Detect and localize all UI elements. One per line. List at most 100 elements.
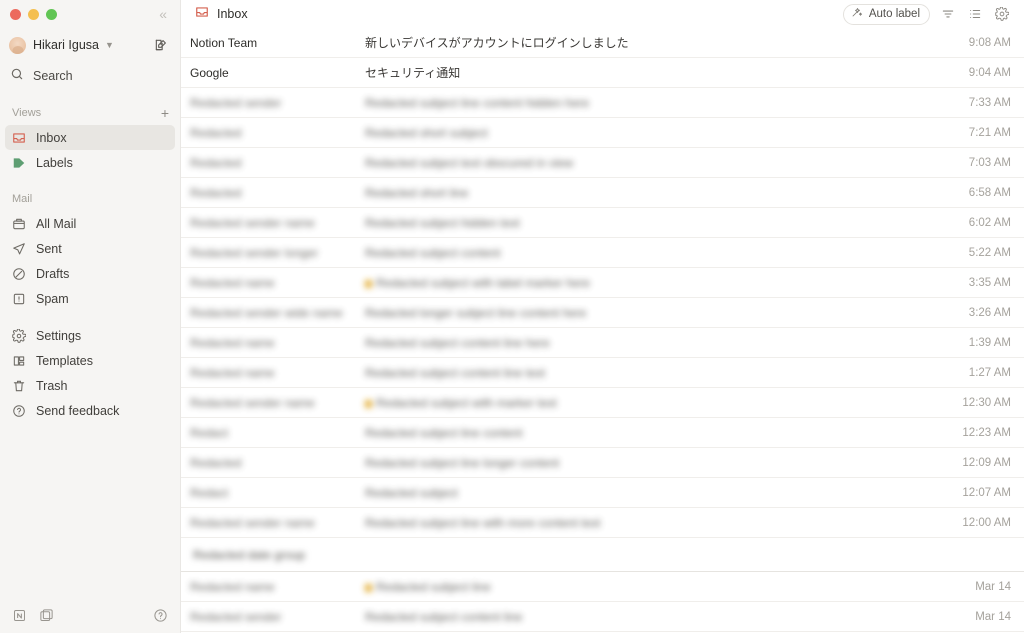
list-view-icon[interactable] [966, 5, 984, 23]
sidebar-item-spam[interactable]: Spam [5, 286, 175, 311]
account-name: Hikari Igusa [33, 38, 99, 52]
email-subject: セキュリティ通知 [365, 66, 461, 80]
email-timestamp: 6:58 AM [968, 186, 1011, 199]
sidebar-item-labels[interactable]: Labels [5, 150, 175, 175]
page-title-label: Inbox [217, 7, 248, 21]
email-sender: Redacted sender [190, 609, 282, 624]
email-row[interactable]: Redacted name Redacted subject content li… [181, 358, 1024, 388]
email-sender: Redacted sender longer [190, 245, 319, 260]
email-timestamp: 1:27 AM [968, 366, 1011, 379]
email-subject: Redacted subject line content [365, 425, 523, 440]
collapse-sidebar-icon[interactable]: « [155, 5, 170, 23]
help-circle-icon[interactable] [153, 608, 168, 623]
email-timestamp: Mar 14 [975, 610, 1011, 623]
sidebar-item-label: Drafts [36, 266, 70, 281]
email-sender: Redacted sender name [190, 515, 315, 530]
email-timestamp: 12:23 AM [962, 426, 1011, 439]
email-row[interactable]: Redact Redacted subject 12:07 AM [181, 478, 1024, 508]
views-section-title: Views [12, 107, 42, 119]
filter-icon[interactable] [939, 5, 957, 23]
email-timestamp: 12:09 AM [962, 456, 1011, 469]
sparkle-wand-icon [851, 5, 863, 23]
email-timestamp: 1:39 AM [968, 336, 1011, 349]
sidebar-footer [0, 597, 180, 633]
email-subject: Redacted subject content line [365, 609, 523, 624]
email-sender: Redacted sender name [190, 395, 315, 410]
email-row[interactable]: Redacted sender wide name Redacted longer… [181, 298, 1024, 328]
templates-icon [11, 353, 27, 369]
sidebar-item-sent[interactable]: Sent [5, 236, 175, 261]
sidebar-item-label: Inbox [36, 130, 67, 145]
email-timestamp: 3:35 AM [968, 276, 1011, 289]
compose-icon[interactable] [151, 35, 171, 55]
email-row[interactable]: Redacted name Redacted subject with label… [181, 268, 1024, 298]
email-subject: Redacted subject content [365, 245, 501, 260]
sidebar-item-trash[interactable]: Trash [5, 373, 175, 398]
zoom-window-button[interactable] [46, 8, 57, 20]
email-row[interactable]: Redacted Redacted subject text obscured i… [181, 148, 1024, 178]
chevron-down-icon: ▼ [105, 40, 114, 50]
email-subject: Redacted subject text obscured in view [365, 155, 574, 170]
email-subject: Redacted subject content line text [365, 365, 546, 380]
email-subject: Redacted subject line with more content … [365, 515, 601, 530]
page-title: Inbox [195, 5, 248, 24]
email-row[interactable]: Redacted Redacted short line 6:58 AM [181, 178, 1024, 208]
sidebar-item-drafts[interactable]: Drafts [5, 261, 175, 286]
email-timestamp: 3:26 AM [968, 306, 1011, 319]
email-row[interactable]: Redacted name Redacted subject line Mar 14 [181, 572, 1024, 602]
email-timestamp: 7:33 AM [968, 96, 1011, 109]
email-subject: Redacted subject with label marker here [365, 276, 943, 290]
email-sender: Google [190, 65, 229, 80]
email-sender: Redacted [190, 125, 242, 140]
email-row[interactable]: Redacted sender name Redacted subject hid… [181, 208, 1024, 238]
email-row[interactable]: Notion Team 新しいデバイスがアカウントにログインしました 9:08 AM [181, 28, 1024, 58]
sidebar-item-label: Labels [36, 155, 73, 170]
sidebar-item-inbox[interactable]: Inbox [5, 125, 175, 150]
account-switcher[interactable]: Hikari Igusa ▼ [0, 30, 180, 60]
email-row[interactable]: Redacted sender Redacted subject line con… [181, 88, 1024, 118]
search-input[interactable]: Search [0, 63, 180, 89]
email-timestamp: 7:21 AM [968, 126, 1011, 139]
question-circle-icon [11, 403, 27, 419]
notion-icon[interactable] [12, 608, 27, 623]
auto-label-button[interactable]: Auto label [842, 3, 930, 25]
search-label: Search [33, 69, 73, 83]
email-subject: Redacted short subject [365, 125, 488, 140]
email-row[interactable]: Redacted sender name Redacted subject wit… [181, 388, 1024, 418]
email-sender: Notion Team [190, 35, 258, 50]
sidebar-item-all-mail[interactable]: All Mail [5, 211, 175, 236]
email-timestamp: 7:03 AM [968, 156, 1011, 169]
close-window-button[interactable] [10, 8, 21, 20]
settings-gear-icon[interactable] [993, 5, 1011, 23]
sidebar-item-send-feedback[interactable]: Send feedback [5, 398, 175, 423]
avatar [9, 36, 26, 54]
email-row[interactable]: Redacted sender name Redacted subject lin… [181, 508, 1024, 538]
email-sender: Redacted sender wide name [190, 305, 343, 320]
email-sender: Redacted sender [190, 95, 282, 110]
email-row[interactable]: Redacted Redacted subject line longer con… [181, 448, 1024, 478]
email-row[interactable]: Redact Redacted subject line content 12:23… [181, 418, 1024, 448]
email-group-divider: Redacted date group [181, 538, 1024, 572]
sidebar-item-settings[interactable]: Settings [5, 323, 175, 348]
email-row[interactable]: Redacted sender longer Redacted subject c… [181, 238, 1024, 268]
label-tag-icon [365, 583, 372, 592]
email-row[interactable]: Redacted Redacted short subject 7:21 AM [181, 118, 1024, 148]
main-content: Inbox Auto label Notion Team 新しいデバイスがアカウ… [181, 0, 1024, 633]
notion-calendar-icon[interactable] [39, 608, 54, 623]
email-group-label: Redacted date group [193, 547, 306, 562]
email-timestamp: Mar 14 [975, 580, 1011, 593]
email-subject: Redacted subject hidden text [365, 215, 520, 230]
email-row[interactable]: Redacted sender Redacted subject content … [181, 602, 1024, 632]
minimize-window-button[interactable] [28, 8, 39, 20]
email-timestamp: 9:04 AM [968, 66, 1011, 79]
email-timestamp: 5:22 AM [968, 246, 1011, 259]
sidebar-item-templates[interactable]: Templates [5, 348, 175, 373]
email-row[interactable]: Google セキュリティ通知 9:04 AM [181, 58, 1024, 88]
email-row[interactable]: Redacted name Redacted subject content li… [181, 328, 1024, 358]
email-subject: Redacted subject line content hidden her… [365, 95, 590, 110]
plus-icon[interactable]: + [161, 106, 169, 120]
sidebar-item-label: Spam [36, 291, 69, 306]
mail-section-header: Mail [0, 187, 180, 211]
email-timestamp: 12:00 AM [962, 516, 1011, 529]
